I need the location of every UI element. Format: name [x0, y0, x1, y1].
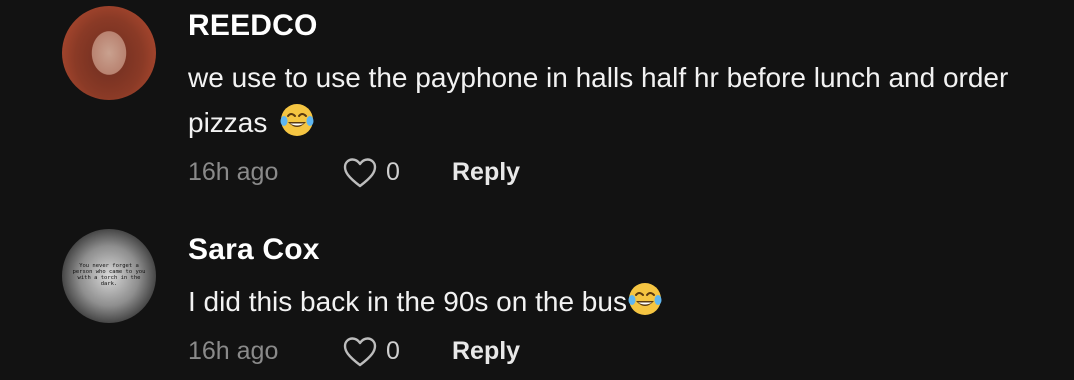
- avatar[interactable]: You never forget a person who came to yo…: [62, 229, 156, 323]
- face-with-tears-of-joy-icon: [279, 102, 315, 138]
- comment-timestamp: 16h ago: [188, 337, 279, 365]
- face-with-tears-of-joy-icon: [627, 281, 663, 317]
- heart-icon[interactable]: [342, 335, 378, 369]
- reply-button[interactable]: Reply: [452, 337, 520, 366]
- comment-item: You never forget a person who came to yo…: [0, 225, 1074, 380]
- comment-meta: 16h ago 0 Reply: [188, 337, 788, 371]
- comment-text-container: I did this back in the 90s on the bus: [188, 279, 1048, 324]
- comment-author[interactable]: Sara Cox: [188, 233, 320, 267]
- comment-item: REEDCO we use to use the payphone in hal…: [0, 0, 1074, 200]
- heart-icon[interactable]: [342, 156, 378, 190]
- comment-text-container: we use to use the payphone in halls half…: [188, 55, 1048, 145]
- like-count: 0: [386, 337, 400, 365]
- comment-author[interactable]: REEDCO: [188, 9, 318, 43]
- like-count: 0: [386, 158, 400, 186]
- comment-timestamp: 16h ago: [188, 158, 279, 186]
- avatar[interactable]: [62, 6, 156, 100]
- comment-list: REEDCO we use to use the payphone in hal…: [0, 0, 1074, 380]
- comment-text: I did this back in the 90s on the bus: [188, 286, 627, 317]
- comment-meta: 16h ago 0 Reply: [188, 158, 788, 192]
- avatar-quote: You never forget a person who came to yo…: [72, 263, 146, 287]
- reply-button[interactable]: Reply: [452, 158, 520, 187]
